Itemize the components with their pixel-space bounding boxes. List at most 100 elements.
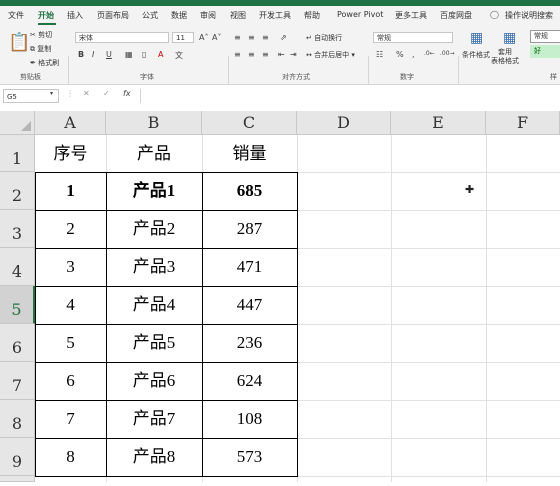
row-header-9[interactable]: 9 <box>0 438 35 476</box>
bold-button[interactable]: B <box>78 50 84 59</box>
row-header-7[interactable]: 7 <box>0 362 35 400</box>
cell[interactable]: 108 <box>202 400 297 438</box>
tab-data[interactable]: 数据 <box>171 10 187 21</box>
align-right-icon[interactable]: ≡ <box>262 50 269 59</box>
cell[interactable]: 产品 <box>106 135 202 172</box>
insert-function-button[interactable]: fx <box>123 89 131 98</box>
phonetic-icon[interactable]: 文 <box>175 50 183 61</box>
tab-help[interactable]: 帮助 <box>304 10 320 21</box>
italic-button[interactable]: I <box>92 50 94 59</box>
select-all-button[interactable] <box>0 111 35 135</box>
tab-insert[interactable]: 插入 <box>67 10 83 21</box>
align-top-icon[interactable]: ≡ <box>234 33 241 42</box>
row-header-2[interactable]: 2 <box>0 172 35 210</box>
cell[interactable]: 产品4 <box>106 286 202 324</box>
align-left-icon[interactable]: ≡ <box>234 50 241 59</box>
cell[interactable]: 产品7 <box>106 400 202 438</box>
cell[interactable]: 产品1 <box>106 172 202 210</box>
row-header-1[interactable]: 1 <box>0 135 35 172</box>
cut-button[interactable]: ✂ 剪切 <box>30 30 52 40</box>
cancel-icon[interactable]: ✕ <box>83 89 90 98</box>
cell[interactable]: 产品8 <box>106 438 202 476</box>
font-size-combo[interactable]: 11 <box>172 32 194 43</box>
comma-button[interactable]: , <box>412 50 415 59</box>
row-header-8[interactable]: 8 <box>0 400 35 438</box>
indent-increase-icon[interactable]: ⇥ <box>290 50 297 59</box>
number-format-combo[interactable]: 常规 <box>373 32 453 43</box>
cell[interactable]: 447 <box>202 286 297 324</box>
cell[interactable]: 287 <box>202 210 297 248</box>
column-header-e[interactable]: E <box>391 111 486 135</box>
indent-decrease-icon[interactable]: ⇤ <box>278 50 285 59</box>
cell[interactable]: 4 <box>35 286 106 324</box>
tab-more-tools[interactable]: 更多工具 <box>395 10 427 21</box>
tab-developer[interactable]: 开发工具 <box>259 10 291 21</box>
cell[interactable]: 5 <box>35 324 106 362</box>
conditional-format-icon[interactable]: ▦ <box>470 30 483 46</box>
row-header-6[interactable]: 6 <box>0 324 35 362</box>
cell[interactable]: 产品6 <box>106 362 202 400</box>
formula-input[interactable] <box>140 89 559 103</box>
cell[interactable]: 6 <box>35 362 106 400</box>
style-good[interactable]: 好 <box>530 45 560 58</box>
wrap-text-button[interactable]: ↵ 自动换行 <box>306 33 342 43</box>
align-bottom-icon[interactable]: ≡ <box>262 33 269 42</box>
conditional-format-button[interactable]: 条件格式 <box>462 50 490 60</box>
tab-view[interactable]: 视图 <box>230 10 246 21</box>
cell[interactable]: 2 <box>35 210 106 248</box>
format-as-table-icon[interactable]: ▦ <box>503 30 516 46</box>
copy-button[interactable]: ⧉ 复制 <box>30 44 51 54</box>
column-header-c[interactable]: C <box>202 111 297 135</box>
style-normal[interactable]: 常规 <box>530 30 560 43</box>
cell[interactable]: 7 <box>35 400 106 438</box>
merge-center-button[interactable]: ↔ 合并后居中 ▾ <box>306 50 355 60</box>
tab-page-layout[interactable]: 页面布局 <box>97 10 129 21</box>
cell[interactable]: 236 <box>202 324 297 362</box>
cell[interactable]: 产品3 <box>106 248 202 286</box>
shrink-font-icon[interactable]: A˅ <box>212 33 221 42</box>
column-header-a[interactable]: A <box>35 111 106 135</box>
align-middle-icon[interactable]: ≡ <box>248 33 255 42</box>
tell-me-search[interactable]: 操作说明搜索 <box>505 10 553 21</box>
column-header-f[interactable]: F <box>486 111 560 135</box>
tab-home[interactable]: 开始 <box>38 10 54 21</box>
cell[interactable]: 产品5 <box>106 324 202 362</box>
paste-icon[interactable]: 📋 <box>8 32 30 53</box>
tab-baidu-netdisk[interactable]: 百度网盘 <box>440 10 472 21</box>
font-color-icon[interactable]: A <box>158 50 163 59</box>
align-center-icon[interactable]: ≡ <box>248 50 255 59</box>
fill-color-icon[interactable]: ▯ <box>142 50 146 59</box>
font-name-combo[interactable]: 宋体 <box>75 32 169 43</box>
name-box-dropdown-icon[interactable]: ▾ <box>50 90 53 97</box>
cell[interactable]: 产品2 <box>106 210 202 248</box>
cell[interactable]: 3 <box>35 248 106 286</box>
tab-power-pivot[interactable]: Power Pivot <box>337 10 383 19</box>
cell[interactable]: 8 <box>35 438 106 476</box>
underline-button[interactable]: U <box>106 50 112 59</box>
cell[interactable]: 624 <box>202 362 297 400</box>
currency-icon[interactable]: ☷ <box>376 50 383 59</box>
orientation-icon[interactable]: ⇗ <box>280 33 287 42</box>
row-header-3[interactable]: 3 <box>0 210 35 248</box>
row-header-5[interactable]: 5 <box>0 286 35 324</box>
row-header-4[interactable]: 4 <box>0 248 35 286</box>
tab-file[interactable]: 文件 <box>8 10 24 21</box>
increase-decimal-icon[interactable]: .0← <box>424 50 435 57</box>
tab-formulas[interactable]: 公式 <box>142 10 158 21</box>
grow-font-icon[interactable]: A˄ <box>199 33 208 42</box>
border-icon[interactable]: ▦ <box>125 50 133 59</box>
cell[interactable]: 685 <box>202 172 297 210</box>
cell[interactable]: 471 <box>202 248 297 286</box>
format-painter-button[interactable]: ✒ 格式刷 <box>30 58 59 68</box>
tab-review[interactable]: 审阅 <box>200 10 216 21</box>
cell[interactable]: 573 <box>202 438 297 476</box>
cell[interactable]: 序号 <box>35 135 106 172</box>
decrease-decimal-icon[interactable]: .00→ <box>440 50 455 57</box>
cell[interactable]: 1 <box>35 172 106 210</box>
format-as-table-button[interactable]: 套用 表格格式 <box>491 48 519 66</box>
enter-icon[interactable]: ✓ <box>103 89 110 98</box>
percent-button[interactable]: % <box>396 50 404 59</box>
column-header-d[interactable]: D <box>297 111 391 135</box>
cell[interactable]: 销量 <box>202 135 297 172</box>
column-header-b[interactable]: B <box>106 111 202 135</box>
